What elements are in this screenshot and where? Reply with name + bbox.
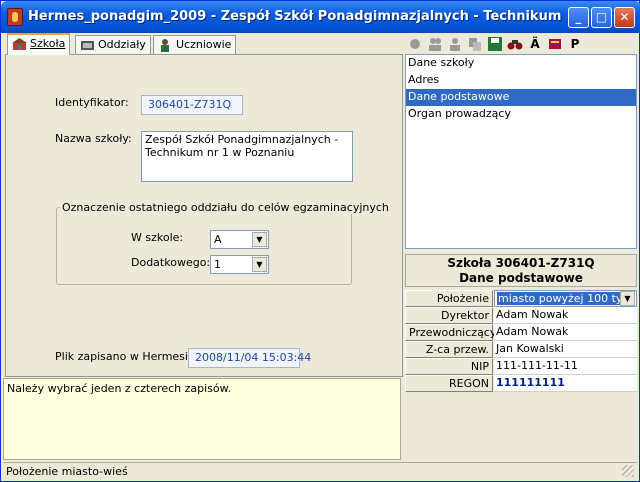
row-value[interactable]: Jan Kowalski <box>494 341 637 358</box>
status-bar: Położenie miasto-wieś <box>3 462 637 480</box>
row-label[interactable]: REGON <box>405 375 493 392</box>
chevron-down-icon[interactable]: ▼ <box>252 257 267 272</box>
binoculars-icon[interactable] <box>507 36 523 52</box>
tab-uczniowie[interactable]: Uczniowie <box>153 35 237 55</box>
exam-group-title: Oznaczenie ostatniego oddziału do celów … <box>60 201 391 214</box>
row-value[interactable]: 111111111 <box>494 375 637 392</box>
close-button[interactable]: ✕ <box>614 7 635 28</box>
row-value[interactable]: 111-111-11-11 <box>494 358 637 375</box>
list-item[interactable]: Adres <box>406 72 636 89</box>
row-label[interactable]: NIP <box>405 358 493 375</box>
maximize-button[interactable]: □ <box>591 7 612 28</box>
school-icon <box>12 38 27 50</box>
details-subtitle: Dane podstawowe <box>459 271 583 285</box>
row-label[interactable]: Z-ca przew. <box>405 341 493 358</box>
application-window: Hermes_ponadgim_2009 - Zespół Szkół Pona… <box>0 0 640 482</box>
polozenie-select[interactable]: miasto powyżej 100 tys. ▼ <box>494 290 637 307</box>
saved-label: Plik zapisano w Hermesie: <box>55 350 199 363</box>
window-title: Hermes_ponadgim_2009 - Zespół Szkół Pona… <box>28 9 563 24</box>
row-value: miasto powyżej 100 tys. <box>497 292 633 305</box>
w-szkole-label: W szkole: <box>131 231 184 244</box>
exam-group-box <box>56 207 352 285</box>
identifier-value: 306401-Z731Q <box>141 95 243 115</box>
w-szkole-value: A <box>214 233 222 246</box>
grid-row: Dyrektor Adam Nowak <box>405 307 637 324</box>
save-icon[interactable] <box>487 36 503 52</box>
tab-oddzialy[interactable]: Oddziały <box>75 35 151 55</box>
name-label: Nazwa szkoły: <box>55 132 132 145</box>
list-item-selected[interactable]: Dane podstawowe <box>406 89 636 106</box>
row-value[interactable]: Adam Nowak <box>494 324 637 341</box>
grid-row: NIP 111-111-11-11 <box>405 358 637 375</box>
saved-timestamp: 2008/11/04 15:03:44 <box>188 348 311 368</box>
status-text: Położenie miasto-wieś <box>6 465 128 478</box>
identifier-label: Identyfikator: <box>55 96 129 109</box>
print-icon[interactable]: P <box>567 36 583 52</box>
dodatkowego-label: Dodatkowego: <box>131 256 211 269</box>
minimize-button[interactable]: _ <box>568 7 589 28</box>
school-panel: Identyfikator: 306401-Z731Q Nazwa szkoły… <box>5 54 403 377</box>
row-label[interactable]: Przewodniczący <box>405 324 496 341</box>
list-item[interactable]: Organ prowadzący <box>406 106 636 123</box>
dodatkowego-select[interactable]: 1 ▼ <box>210 255 269 274</box>
w-szkole-select[interactable]: A ▼ <box>210 230 269 249</box>
chevron-down-icon[interactable]: ▼ <box>252 232 267 247</box>
right-lower-area <box>405 396 639 461</box>
grid-row: Z-ca przew. Jan Kowalski <box>405 341 637 358</box>
students-icon <box>161 39 169 52</box>
classes-icon <box>81 41 94 50</box>
info-panel: Należy wybrać jeden z czterech zapisów. <box>3 378 401 460</box>
chevron-down-icon[interactable]: ▼ <box>620 291 635 306</box>
book-icon[interactable] <box>547 36 563 52</box>
tab-szkola[interactable]: Szkoła <box>7 33 71 55</box>
copy-icon[interactable] <box>467 36 483 52</box>
grid-row: Przewodniczący Adam Nowak <box>405 324 637 341</box>
tab-label: Oddziały <box>98 38 146 51</box>
section-list: Dane szkoły Adres Dane podstawowe Organ … <box>405 54 637 249</box>
grid-row: Położenie miasto powyżej 100 tys. ▼ <box>405 290 637 307</box>
resize-grip-icon[interactable] <box>622 465 634 477</box>
grid-row: REGON 111111111 <box>405 375 637 392</box>
details-grid: Położenie miasto powyżej 100 tys. ▼ Dyre… <box>405 290 637 392</box>
details-header: Szkoła 306401-Z731Q Dane podstawowe <box>405 254 637 287</box>
row-value[interactable]: Adam Nowak <box>494 307 637 324</box>
dodatkowego-value: 1 <box>214 258 221 271</box>
tab-label: Uczniowie <box>176 38 232 51</box>
tree-icon[interactable] <box>407 36 423 52</box>
school-name-field[interactable]: Zespół Szkół Ponadgimnazjalnych - Techni… <box>141 131 353 182</box>
tab-label: Szkoła <box>30 37 66 50</box>
app-icon[interactable] <box>7 8 23 26</box>
row-label[interactable]: Dyrektor <box>405 307 493 324</box>
tab-strip: Szkoła Oddziały Uczniowie <box>5 33 405 55</box>
toolbar: Ä P <box>403 33 639 54</box>
users-icon[interactable] <box>427 36 443 52</box>
details-title: Szkoła 306401-Z731Q <box>447 256 595 270</box>
row-label[interactable]: Położenie <box>405 290 493 307</box>
title-bar[interactable]: Hermes_ponadgim_2009 - Zespół Szkół Pona… <box>1 1 640 33</box>
umlaut-icon[interactable]: Ä <box>527 36 543 52</box>
list-item[interactable]: Dane szkoły <box>406 55 636 72</box>
group-icon[interactable] <box>447 36 463 52</box>
